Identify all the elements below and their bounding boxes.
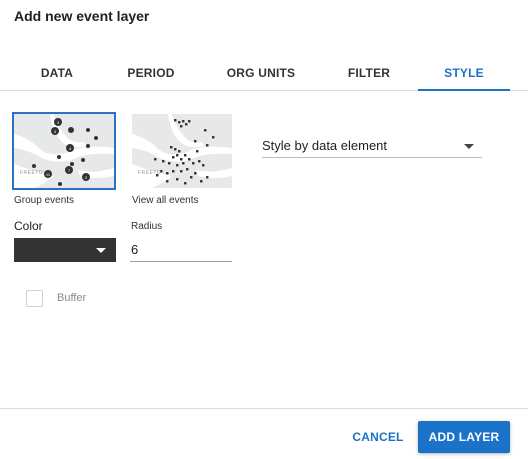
group-events-map-preview: 3 3 4 7 2 11: [14, 114, 114, 188]
tab-data[interactable]: DATA: [14, 54, 100, 91]
color-picker[interactable]: [14, 238, 116, 262]
tab-filter[interactable]: FILTER: [326, 54, 412, 91]
cancel-button[interactable]: CANCEL: [345, 422, 411, 452]
view-all-events-label: View all events: [132, 195, 199, 206]
style-by-data-element-select[interactable]: Style by data element: [262, 132, 482, 158]
view-all-events-map-preview: [132, 114, 232, 188]
group-events-option[interactable]: 3 3 4 7 2 11 FREETO: [12, 112, 116, 190]
style-by-select-value: Style by data element: [262, 138, 388, 153]
color-label: Color: [14, 219, 43, 233]
tab-period[interactable]: PERIOD: [108, 54, 194, 91]
tab-org-units[interactable]: ORG UNITS: [212, 54, 310, 91]
footer-divider: [0, 408, 528, 409]
active-tab-indicator: [418, 89, 510, 91]
buffer-label: Buffer: [57, 292, 87, 304]
radius-input[interactable]: [130, 238, 232, 262]
radius-label: Radius: [131, 221, 163, 232]
group-events-label: Group events: [14, 195, 75, 206]
tab-bar: DATA PERIOD ORG UNITS FILTER STYLE: [0, 54, 528, 91]
buffer-checkbox[interactable]: [26, 290, 43, 307]
view-all-events-option[interactable]: FREETO: [132, 114, 232, 188]
map-place-label: FREETO: [138, 170, 162, 176]
dialog-title: Add new event layer: [14, 8, 150, 24]
chevron-down-icon: [464, 144, 474, 149]
add-layer-button[interactable]: ADD LAYER: [418, 421, 510, 453]
chevron-down-icon: [96, 248, 106, 253]
tab-style[interactable]: STYLE: [418, 54, 510, 91]
map-place-label: FREETO: [20, 170, 44, 176]
